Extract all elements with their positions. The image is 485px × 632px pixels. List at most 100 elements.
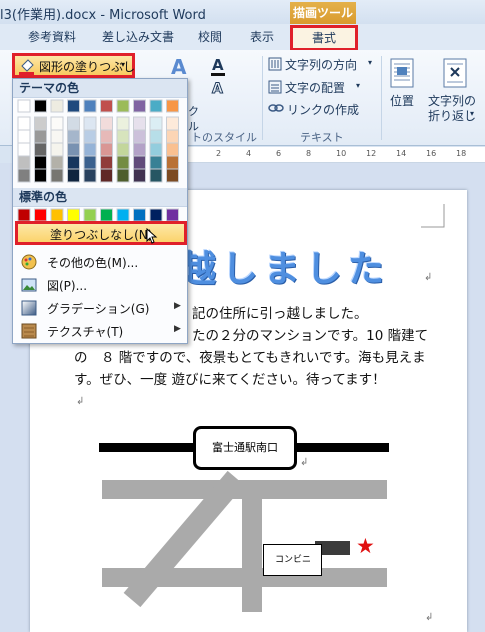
theme-color-swatch[interactable] bbox=[17, 99, 31, 113]
theme-color-swatch[interactable] bbox=[149, 116, 163, 131]
theme-color-swatch[interactable] bbox=[17, 142, 31, 157]
document-heading[interactable]: 越しました bbox=[180, 240, 390, 292]
theme-color-swatch[interactable] bbox=[50, 168, 64, 183]
position-button[interactable]: 位置 bbox=[390, 92, 414, 109]
convenience-store-label[interactable]: コンビニ bbox=[263, 544, 322, 576]
theme-color-swatch[interactable] bbox=[67, 129, 80, 144]
theme-color-swatch[interactable] bbox=[100, 168, 113, 183]
theme-color-swatch[interactable] bbox=[67, 99, 80, 113]
theme-color-swatch[interactable] bbox=[116, 155, 130, 170]
gradient-menu-item[interactable]: グラデーション(G) ▶ bbox=[13, 297, 187, 319]
theme-color-swatch[interactable] bbox=[149, 99, 163, 113]
text-direction-button[interactable]: 文字列の方向 bbox=[285, 56, 357, 73]
standard-color-swatch[interactable] bbox=[50, 208, 64, 222]
position-icon[interactable] bbox=[389, 58, 417, 88]
theme-color-swatch[interactable] bbox=[116, 168, 130, 183]
texture-menu-item[interactable]: テクスチャ(T) ▶ bbox=[13, 320, 187, 342]
theme-color-swatch[interactable] bbox=[67, 155, 80, 170]
theme-color-swatch[interactable] bbox=[149, 142, 163, 157]
theme-color-swatch[interactable] bbox=[34, 129, 47, 144]
station-label-box[interactable]: 富士通駅南口 bbox=[193, 426, 297, 470]
theme-color-grid[interactable] bbox=[16, 99, 186, 183]
theme-color-swatch[interactable] bbox=[100, 116, 113, 131]
star-icon[interactable]: ★ bbox=[356, 536, 375, 557]
theme-color-swatch[interactable] bbox=[17, 129, 31, 144]
theme-color-swatch[interactable] bbox=[67, 168, 80, 183]
theme-color-swatch[interactable] bbox=[116, 142, 130, 157]
tab-mailings[interactable]: 差し込み文書 bbox=[102, 24, 174, 50]
theme-color-swatch[interactable] bbox=[34, 116, 47, 131]
tab-review[interactable]: 校閲 bbox=[198, 24, 222, 50]
body-line-2[interactable]: たの２分のマンションです。10 階建て bbox=[192, 324, 428, 344]
tab-view[interactable]: 表示 bbox=[250, 24, 274, 50]
theme-color-swatch[interactable] bbox=[50, 142, 64, 157]
no-fill-menu-item[interactable]: 塗りつぶしなし(N) bbox=[15, 221, 187, 245]
theme-color-swatch[interactable] bbox=[166, 155, 179, 170]
theme-color-swatch[interactable] bbox=[116, 99, 130, 113]
theme-color-swatch[interactable] bbox=[133, 142, 146, 157]
theme-color-swatch[interactable] bbox=[100, 99, 113, 113]
chevron-down-icon[interactable]: ▾ bbox=[368, 58, 372, 67]
theme-color-swatch[interactable] bbox=[133, 129, 146, 144]
theme-color-swatch[interactable] bbox=[149, 155, 163, 170]
tab-format[interactable]: 書式 bbox=[290, 25, 358, 51]
theme-color-swatch[interactable] bbox=[34, 155, 47, 170]
theme-color-swatch[interactable] bbox=[133, 116, 146, 131]
theme-color-swatch[interactable] bbox=[83, 142, 97, 157]
text-align-button[interactable]: 文字の配置 bbox=[285, 79, 345, 96]
chevron-down-icon[interactable]: ▾ bbox=[356, 81, 360, 90]
text-fill-icon[interactable]: A bbox=[208, 55, 232, 79]
theme-color-swatch[interactable] bbox=[133, 168, 146, 183]
theme-color-swatch[interactable] bbox=[166, 99, 179, 113]
theme-color-swatch[interactable] bbox=[83, 168, 97, 183]
more-colors-menu-item[interactable]: その他の色(M)... bbox=[13, 251, 187, 273]
theme-color-swatch[interactable] bbox=[100, 142, 113, 157]
theme-color-swatch[interactable] bbox=[133, 99, 146, 113]
tab-references[interactable]: 参考資料 bbox=[28, 24, 76, 50]
body-line-1[interactable]: 記の住所に引っ越しました。 bbox=[192, 302, 368, 322]
theme-color-swatch[interactable] bbox=[17, 116, 31, 131]
theme-color-swatch[interactable] bbox=[166, 142, 179, 157]
standard-color-swatch[interactable] bbox=[34, 208, 47, 222]
standard-color-swatch[interactable] bbox=[83, 208, 97, 222]
theme-color-swatch[interactable] bbox=[67, 116, 80, 131]
theme-color-swatch[interactable] bbox=[83, 129, 97, 144]
theme-color-swatch[interactable] bbox=[67, 142, 80, 157]
chevron-down-icon[interactable]: ▾ bbox=[470, 109, 474, 118]
standard-color-swatch[interactable] bbox=[17, 208, 31, 222]
theme-color-swatch[interactable] bbox=[149, 129, 163, 144]
theme-color-swatch[interactable] bbox=[100, 155, 113, 170]
theme-color-swatch[interactable] bbox=[83, 99, 97, 113]
standard-color-swatch[interactable] bbox=[133, 208, 146, 222]
theme-color-swatch[interactable] bbox=[166, 116, 179, 131]
standard-color-swatch[interactable] bbox=[100, 208, 113, 222]
theme-color-swatch[interactable] bbox=[83, 116, 97, 131]
shape-fill-button[interactable]: 図形の塗りつぶし ▾ bbox=[12, 53, 135, 78]
theme-color-swatch[interactable] bbox=[50, 129, 64, 144]
theme-color-swatch[interactable] bbox=[17, 168, 31, 183]
theme-color-swatch[interactable] bbox=[100, 129, 113, 144]
standard-color-swatch[interactable] bbox=[67, 208, 80, 222]
picture-menu-item[interactable]: 図(P)... bbox=[13, 274, 187, 296]
standard-color-swatch[interactable] bbox=[116, 208, 130, 222]
theme-color-swatch[interactable] bbox=[50, 116, 64, 131]
theme-color-swatch[interactable] bbox=[133, 155, 146, 170]
wrap-text-icon[interactable] bbox=[442, 58, 470, 88]
theme-color-swatch[interactable] bbox=[116, 116, 130, 131]
theme-color-swatch[interactable] bbox=[34, 99, 47, 113]
theme-color-swatch[interactable] bbox=[166, 168, 179, 183]
theme-color-swatch[interactable] bbox=[166, 129, 179, 144]
theme-color-swatch[interactable] bbox=[116, 129, 130, 144]
theme-color-swatch[interactable] bbox=[149, 168, 163, 183]
theme-color-swatch[interactable] bbox=[50, 155, 64, 170]
wrap-text-button-line2[interactable]: 折り返し bbox=[428, 107, 476, 124]
theme-color-swatch[interactable] bbox=[83, 155, 97, 170]
text-outline-icon[interactable]: A bbox=[208, 79, 234, 99]
create-link-button[interactable]: リンクの作成 bbox=[287, 101, 359, 118]
text-effects-icon[interactable]: A bbox=[168, 55, 190, 77]
theme-color-swatch[interactable] bbox=[34, 142, 47, 157]
standard-color-row[interactable] bbox=[16, 208, 186, 222]
theme-color-swatch[interactable] bbox=[50, 99, 64, 113]
standard-color-swatch[interactable] bbox=[166, 208, 179, 222]
theme-color-swatch[interactable] bbox=[17, 155, 31, 170]
